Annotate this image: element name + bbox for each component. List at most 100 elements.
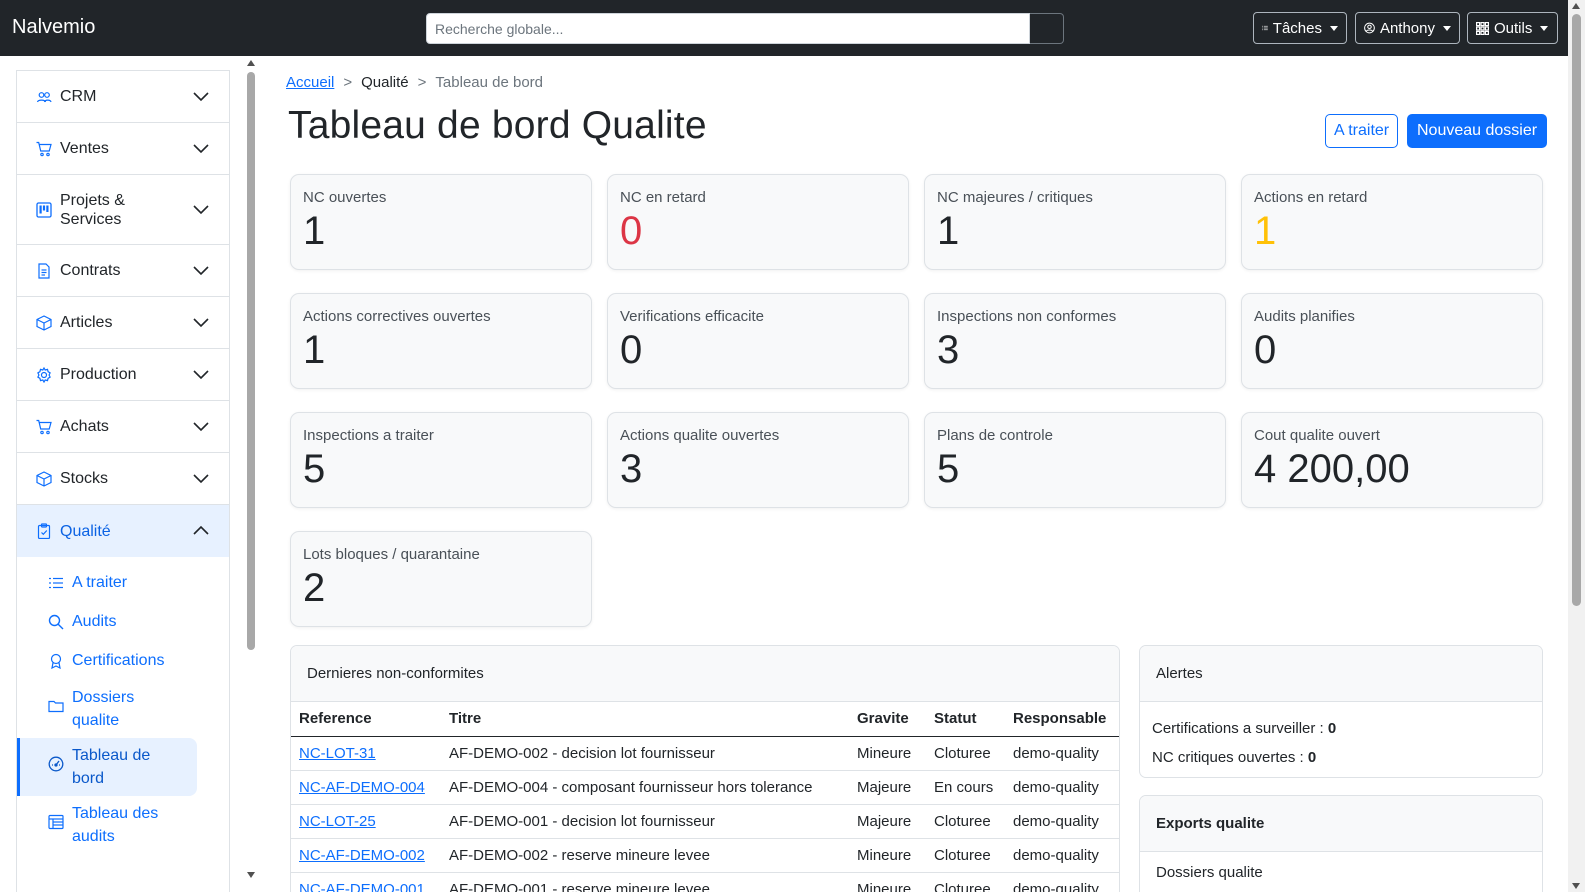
document-icon [36,262,52,279]
alert-value: 0 [1307,749,1317,766]
table-icon [48,814,64,830]
kpi-card[interactable]: Cout qualite ouvert 4 200,00 [1241,412,1543,508]
breadcrumb-home-link[interactable]: Accueil [286,74,334,91]
kpi-value: 1 [1254,209,1277,253]
kpi-value: 1 [937,209,960,253]
scroll-up-arrow-icon[interactable] [247,60,255,66]
chevron-down-icon [193,473,209,483]
kpi-label: Cout qualite ouvert [1254,427,1380,444]
sidebar-sub-tableau-audits[interactable]: Tableau des audits [17,796,229,854]
sidebar-item-label: Ventes [60,140,109,157]
tasks-dropdown[interactable]: Tâches [1253,12,1347,44]
search-input[interactable] [426,13,1030,44]
quality-submenu: A traiter Audits Certifications Dossiers… [17,557,229,854]
kpi-value: 1 [303,328,326,372]
kpi-label: Audits planifies [1254,308,1355,325]
kpi-label: NC majeures / critiques [937,189,1093,206]
kpi-value: 0 [1254,328,1277,372]
a-traiter-button[interactable]: A traiter [1325,114,1399,148]
top-navbar: Nalvemio Tâches Anthony Outils [0,0,1585,56]
nc-reference-link[interactable]: NC-AF-DEMO-001 [299,881,425,892]
kpi-value: 5 [937,447,960,491]
table-header-row: Reference Titre Gravite Statut Responsab… [291,702,1119,737]
table-cell: Cloturee [926,804,1005,839]
kpi-value: 3 [937,328,960,372]
kpi-card[interactable]: Inspections a traiter 5 [290,412,592,508]
sidebar-sub-certifications[interactable]: Certifications [17,641,229,680]
table-cell: demo-quality [1005,872,1119,892]
kpi-label: Actions correctives ouvertes [303,308,491,325]
table-cell: AF-DEMO-002 - decision lot fournisseur [441,736,849,771]
table-cell: Cloturee [926,872,1005,892]
nc-reference-link[interactable]: NC-LOT-31 [299,745,376,762]
kpi-card[interactable]: Lots bloques / quarantaine 2 [290,531,592,627]
alerts-body: Certifications a surveiller : 0 NC criti… [1140,702,1542,777]
brand-logo[interactable]: Nalvemio [12,16,95,39]
sidebar-sub-audits[interactable]: Audits [17,602,229,641]
table-row: NC-AF-DEMO-004 AF-DEMO-004 - composant f… [291,770,1119,805]
nc-table-card: Dernieres non-conformites Reference Titr… [290,645,1120,892]
kpi-card[interactable]: Actions en retard 1 [1241,174,1543,270]
nc-reference-link[interactable]: NC-AF-DEMO-002 [299,847,425,864]
sidebar-item-achats[interactable]: Achats [17,401,229,453]
scrollbar-thumb[interactable] [247,72,255,650]
search-button[interactable] [1029,13,1064,44]
kpi-card[interactable]: NC en retard 0 [607,174,909,270]
clipboard-check-icon [36,523,52,539]
chevron-down-icon [193,421,209,431]
table-cell: AF-DEMO-001 - decision lot fournisseur [441,804,849,839]
sidebar-sub-label: Certifications [72,652,165,669]
caret-down-icon [1540,25,1549,31]
table-cell: Cloturee [926,838,1005,873]
sidebar-item-crm[interactable]: CRM [17,71,229,123]
sidebar-item-production[interactable]: Production [17,349,229,401]
sidebar-item-stocks[interactable]: Stocks [17,453,229,505]
nc-table: Reference Titre Gravite Statut Responsab… [291,702,1119,892]
sidebar-sub-tableau-de-bord[interactable]: Tableau de bord [17,738,197,796]
scrollbar-thumb[interactable] [1572,14,1581,606]
chevron-down-icon [193,369,209,379]
nc-reference-link[interactable]: NC-LOT-25 [299,813,376,830]
sidebar-item-contrats[interactable]: Contrats [17,245,229,297]
kpi-card[interactable]: NC majeures / critiques 1 [924,174,1226,270]
scroll-down-arrow-icon[interactable] [247,872,255,878]
sidebar-scrollbar[interactable] [246,58,256,892]
kpi-card[interactable]: Verifications efficacite 0 [607,293,909,389]
kpi-card[interactable]: Inspections non conformes 3 [924,293,1226,389]
user-dropdown[interactable]: Anthony [1355,12,1460,44]
page-scrollbar[interactable] [1568,0,1585,892]
kpi-label: Inspections non conformes [937,308,1117,325]
export-item[interactable]: Dossiers qualite [1140,852,1542,892]
alerts-card: Alertes Certifications a surveiller : 0 … [1139,645,1543,778]
breadcrumb-separator: > [343,74,353,91]
sidebar-item-projets[interactable]: Projets & Services [17,175,229,245]
gear-icon [36,366,52,383]
column-header: Responsable [1005,702,1119,737]
column-header: Statut [926,702,1005,737]
kpi-card[interactable]: Actions qualite ouvertes 3 [607,412,909,508]
award-icon [48,653,64,669]
nc-reference-link[interactable]: NC-AF-DEMO-004 [299,779,425,796]
sidebar-sub-dossiers[interactable]: Dossiers qualite [17,680,229,738]
sidebar-item-ventes[interactable]: Ventes [17,123,229,175]
scroll-down-arrow-icon[interactable] [1572,883,1580,889]
kpi-label: Verifications efficacite [620,308,764,325]
kpi-card[interactable]: Audits planifies 0 [1241,293,1543,389]
card-header: Dernieres non-conformites [291,646,1119,702]
sidebar-sub-a-traiter[interactable]: A traiter [17,563,229,602]
sidebar-sub-label: Audits [72,613,117,630]
nouveau-dossier-button[interactable]: Nouveau dossier [1407,114,1548,148]
kpi-card[interactable]: Plans de controle 5 [924,412,1226,508]
box-icon [36,470,52,487]
sidebar-item-qualite[interactable]: Qualité [17,505,229,557]
chevron-down-icon [193,317,209,327]
page-title: Tableau de bord Qualite [288,104,707,147]
sidebar-item-articles[interactable]: Articles [17,297,229,349]
kpi-card[interactable]: NC ouvertes 1 [290,174,592,270]
kpi-card[interactable]: Actions correctives ouvertes 1 [290,293,592,389]
kpi-value: 3 [620,447,643,491]
kpi-label: NC en retard [620,189,706,206]
kpi-value: 5 [303,447,326,491]
scroll-up-arrow-icon[interactable] [1572,3,1580,9]
tools-dropdown[interactable]: Outils [1467,12,1558,44]
